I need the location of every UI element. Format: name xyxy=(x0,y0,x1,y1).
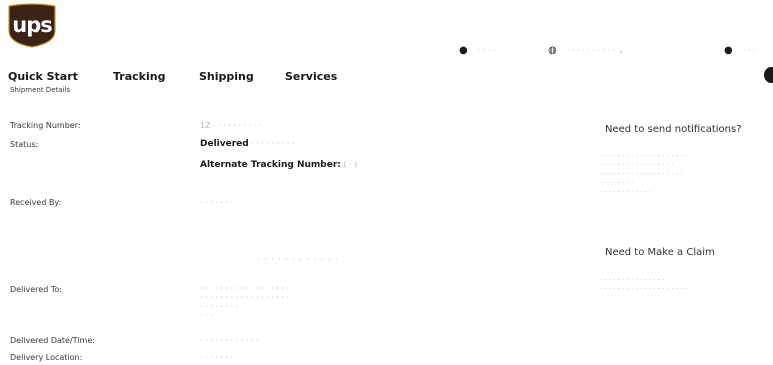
status-row: Delivered · · · · · · · · · xyxy=(200,139,294,149)
notifications-line: · · · · · · · · · · · · · · · · · xyxy=(600,161,674,169)
tracking-number-label: Tracking Number: xyxy=(10,121,81,130)
tab-quick-start[interactable]: Quick Start xyxy=(8,70,113,83)
alternate-tracking-label: Alternate Tracking Number: xyxy=(200,160,341,170)
language-selector[interactable]: ◍ · · · · · · · · · · ⌄ xyxy=(548,43,624,57)
ups-logo[interactable]: ups xyxy=(7,3,57,48)
tab-services[interactable]: Services xyxy=(285,70,337,83)
logo-text: ups xyxy=(12,13,52,37)
status-detail: · · · · · · · · · xyxy=(251,139,295,148)
notifications-link[interactable]: · · · · · · · · · · · · xyxy=(600,188,687,197)
location-selector[interactable]: ● · · · · xyxy=(459,43,496,57)
claim-line: · · · · · · · · · · · · · · · · · · · · xyxy=(600,285,687,293)
notifications-line: · · · · · · · · · · · · · · · · · · · · xyxy=(600,152,687,160)
delivered-datetime-value: · · · · · · · · · · · · xyxy=(200,336,259,345)
alternate-tracking-row: Alternate Tracking Number: ( · ) xyxy=(200,160,357,170)
delivered-datetime-label: Delivered Date/Time: xyxy=(10,336,95,345)
tracking-number-value: 1Z · · · · · · · · · · xyxy=(200,121,262,130)
notifications-heading: Need to send notifications? xyxy=(605,124,742,135)
globe-icon: ◍ xyxy=(548,44,557,56)
delivery-location-value: · · · · · · · xyxy=(200,353,234,362)
notifications-text: · · · · · · · · · · · · · · · · · · · · … xyxy=(600,152,687,197)
account-menu[interactable]: ● · · · xyxy=(724,43,755,57)
user-icon: ● xyxy=(724,44,733,56)
notifications-line: · · · · · · · · xyxy=(600,179,634,187)
language-label: · · · · · · · · · · ⌄ xyxy=(566,45,625,55)
section-subheading: Shipment Details xyxy=(10,86,71,94)
help-icon[interactable] xyxy=(764,67,773,83)
delivered-to-label: Delivered To: xyxy=(10,285,62,294)
received-by-value: · · · · · · · xyxy=(200,198,234,207)
address-line: · · · · · · · · xyxy=(200,302,239,311)
received-by-label: Received By: xyxy=(10,198,62,207)
alternate-tracking-value[interactable]: ( · ) xyxy=(343,160,357,169)
claim-text: · · · · · · · · · · · · · · · · · · · · … xyxy=(600,276,687,294)
address-line: · · · · · · · · · · · · · · · · · · xyxy=(200,284,290,293)
status-value: Delivered xyxy=(200,139,249,149)
location-pin-icon: ● xyxy=(459,44,468,56)
claim-link[interactable]: · · · · · · · · · · · · · · · xyxy=(600,276,687,285)
delivery-location-label: Delivery Location: xyxy=(10,353,83,362)
location-label: · · · · xyxy=(477,45,496,55)
status-label: Status: xyxy=(10,140,39,149)
account-label: · · · xyxy=(742,45,756,55)
signature-image: · · · · · · · · · · · · xyxy=(257,255,339,264)
tab-tracking[interactable]: Tracking xyxy=(113,70,199,83)
tab-shipping[interactable]: Shipping xyxy=(199,70,285,83)
address-line: · · · xyxy=(200,311,213,320)
main-nav: Quick Start Tracking Shipping Services xyxy=(8,70,337,83)
claim-heading: Need to Make a Claim xyxy=(605,247,715,258)
delivered-to-address: · · · · · · · · · · · · · · · · · · · · … xyxy=(200,284,289,320)
address-line: · · · · · · · · · · · · · · · · · · xyxy=(200,293,290,302)
notifications-line: · · · · · · · · · · · · · · · · · · · xyxy=(600,170,683,178)
